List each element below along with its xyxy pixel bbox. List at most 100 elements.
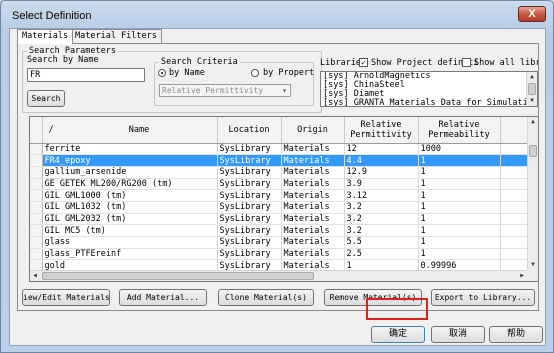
row-header-cell[interactable] <box>30 154 43 167</box>
table-row[interactable]: gallium_arsenide SysLibrary Materials 12.9 1 <box>30 166 530 179</box>
scroll-thumb[interactable] <box>528 83 536 95</box>
cell-origin[interactable]: Materials <box>281 189 345 202</box>
cell-name[interactable]: gallium_arsenide <box>42 166 218 179</box>
close-button[interactable]: X <box>518 6 546 22</box>
add-material-button[interactable]: Add Material... <box>119 289 207 306</box>
table-row[interactable]: glass SysLibrary Materials 5.5 1 <box>30 236 530 249</box>
tab-material-filters[interactable]: Material Filters <box>70 29 162 43</box>
cell-origin[interactable]: Materials <box>281 248 345 261</box>
cell-permittivity[interactable]: 2.5 <box>344 248 419 261</box>
cell-permeability[interactable]: 1 <box>418 189 501 202</box>
cell-permittivity[interactable]: 4.4 <box>344 154 419 167</box>
cell-permeability[interactable]: 1000 <box>418 143 501 156</box>
row-header-cell[interactable] <box>30 201 43 214</box>
cell-origin[interactable]: Materials <box>281 166 345 179</box>
cell-name[interactable]: ferrite <box>42 143 218 156</box>
cell-permittivity[interactable]: 3.9 <box>344 178 419 191</box>
column-header-origin[interactable]: Origin <box>281 117 345 144</box>
view-edit-materials-button[interactable]: iew/Edit Materials... <box>22 289 110 306</box>
by-name-radio[interactable] <box>158 69 166 77</box>
column-header-sort[interactable]: / Name <box>42 117 218 144</box>
libraries-listbox[interactable]: [sys] ArnoldMagnetics [sys] ChinaSteel [… <box>320 71 538 107</box>
show-project-checkbox[interactable]: ✓ <box>359 58 368 67</box>
cell-permeability[interactable]: 1 <box>418 178 501 191</box>
cell-permeability[interactable]: 1 <box>418 166 501 179</box>
row-header-cell[interactable] <box>30 224 43 237</box>
cell-name[interactable]: GIL MC5 (tm) <box>42 224 218 237</box>
cell-name[interactable]: GIL GML1000 (tm) <box>42 189 218 202</box>
scroll-up-icon[interactable]: ▲ <box>528 117 538 127</box>
row-header-cell[interactable] <box>30 166 43 179</box>
scroll-right-icon[interactable]: ▶ <box>517 271 527 281</box>
cell-location[interactable]: SysLibrary <box>217 236 282 249</box>
ok-button[interactable]: 确定 <box>371 326 425 343</box>
column-header-location[interactable]: Location <box>217 117 282 144</box>
row-header-cell[interactable] <box>30 236 43 249</box>
scroll-down-icon[interactable]: ▼ <box>527 96 537 106</box>
cell-location[interactable]: SysLibrary <box>217 154 282 167</box>
cell-origin[interactable]: Materials <box>281 224 345 237</box>
scroll-thumb[interactable] <box>529 145 537 157</box>
cell-origin[interactable]: Materials <box>281 213 345 226</box>
cell-name[interactable]: FR4_epoxy <box>42 154 218 167</box>
cell-location[interactable]: SysLibrary <box>217 248 282 261</box>
cell-permittivity[interactable]: 12 <box>344 143 419 156</box>
row-header-cell[interactable] <box>30 189 43 202</box>
tab-materials[interactable]: Materials <box>17 29 74 44</box>
cell-origin[interactable]: Materials <box>281 178 345 191</box>
table-row[interactable]: GIL MC5 (tm) SysLibrary Materials 3.2 1 <box>30 224 530 237</box>
table-row[interactable]: GIL GML2032 (tm) SysLibrary Materials 3.2 1 <box>30 213 530 226</box>
table-row[interactable]: glass_PTFEreinf SysLibrary Materials 2.5 1 <box>30 248 530 261</box>
scroll-thumb[interactable] <box>42 272 314 280</box>
search-input[interactable]: FR <box>27 68 145 82</box>
cell-name[interactable]: glass_PTFEreinf <box>42 248 218 261</box>
by-property-radio[interactable] <box>251 69 259 77</box>
cell-name[interactable]: GIL GML1032 (tm) <box>42 201 218 214</box>
row-header-cell[interactable] <box>30 213 43 226</box>
table-row[interactable]: GIL GML1032 (tm) SysLibrary Materials 3.2 1 <box>30 201 530 214</box>
cell-origin[interactable]: Materials <box>281 201 345 214</box>
cell-permittivity[interactable]: 3.2 <box>344 224 419 237</box>
library-item[interactable]: [sys] GRANTA Materials Data for Simulati… <box>321 99 537 107</box>
export-to-library-button[interactable]: Export to Library... <box>431 289 535 306</box>
cell-permeability[interactable]: 1 <box>418 154 501 167</box>
row-header-cell[interactable] <box>30 178 43 191</box>
scroll-up-icon[interactable]: ▲ <box>527 72 537 82</box>
cell-permeability[interactable]: 1 <box>418 213 501 226</box>
cell-permeability[interactable]: 1 <box>418 248 501 261</box>
cell-permittivity[interactable]: 12.9 <box>344 166 419 179</box>
cell-permeability[interactable]: 1 <box>418 201 501 214</box>
cell-permeability[interactable]: 1 <box>418 224 501 237</box>
show-all-checkbox[interactable] <box>462 58 471 67</box>
cell-permeability[interactable]: 1 <box>418 236 501 249</box>
cell-location[interactable]: SysLibrary <box>217 143 282 156</box>
cancel-button[interactable]: 取消 <box>431 326 485 343</box>
row-header-cell[interactable] <box>30 143 43 156</box>
scroll-down-icon[interactable]: ▼ <box>528 260 538 270</box>
cell-permittivity[interactable]: 3.2 <box>344 201 419 214</box>
cell-origin[interactable]: Materials <box>281 236 345 249</box>
cell-permittivity[interactable]: 5.5 <box>344 236 419 249</box>
cell-name[interactable]: GE GETEK ML200/RG200 (tm) <box>42 178 218 191</box>
clone-material-button[interactable]: Clone Material(s) <box>218 289 314 306</box>
scroll-left-icon[interactable]: ◀ <box>30 271 40 281</box>
cell-location[interactable]: SysLibrary <box>217 189 282 202</box>
column-header-permeability[interactable]: Relative Permeability <box>418 117 501 144</box>
search-button[interactable]: Search <box>27 90 65 107</box>
property-select[interactable]: Relative Permittivity ▾ <box>159 84 291 97</box>
column-header-permittivity[interactable]: Relative Permittivity <box>344 117 419 144</box>
cell-origin[interactable]: Materials <box>281 143 345 156</box>
cell-permittivity[interactable]: 3.12 <box>344 189 419 202</box>
cell-origin[interactable]: Materials <box>281 154 345 167</box>
cell-location[interactable]: SysLibrary <box>217 224 282 237</box>
cell-permittivity[interactable]: 3.2 <box>344 213 419 226</box>
table-row[interactable]: ferrite SysLibrary Materials 12 1000 <box>30 143 530 156</box>
cell-location[interactable]: SysLibrary <box>217 166 282 179</box>
table-horizontal-scrollbar[interactable]: ◀ ▶ <box>30 270 527 281</box>
help-button[interactable]: 帮助 <box>489 326 543 343</box>
row-header-cell[interactable] <box>30 248 43 261</box>
table-vertical-scrollbar[interactable]: ▲ ▼ <box>527 117 538 270</box>
table-row[interactable]: GE GETEK ML200/RG200 (tm) SysLibrary Mater… <box>30 178 530 191</box>
table-row[interactable]: FR4_epoxy SysLibrary Materials 4.4 1 <box>30 154 530 167</box>
table-row[interactable]: GIL GML1000 (tm) SysLibrary Materials 3.12 1 <box>30 189 530 202</box>
